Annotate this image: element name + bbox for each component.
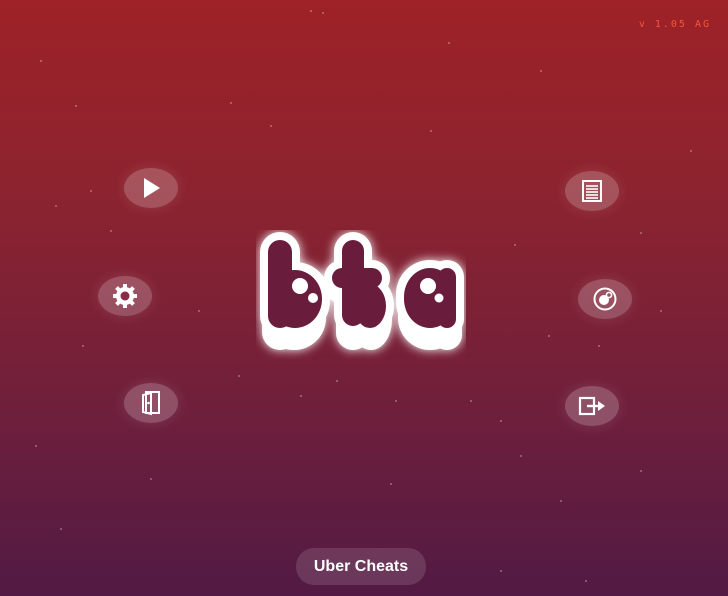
exit-icon (578, 396, 605, 416)
uber-cheats-button[interactable]: Uber Cheats (296, 548, 426, 585)
ball-icon (593, 287, 617, 311)
game-logo: bta (260, 232, 464, 359)
version-label: v 1.05 AG (638, 19, 711, 30)
door-icon (142, 391, 160, 416)
ball-button[interactable] (578, 279, 632, 319)
settings-button[interactable] (98, 276, 152, 316)
list-icon (582, 180, 602, 202)
list-button[interactable] (565, 171, 619, 211)
exit-button[interactable] (565, 386, 619, 426)
door-button[interactable] (124, 383, 178, 423)
logo-text: bta (360, 356, 362, 359)
gear-icon (113, 284, 137, 308)
play-button[interactable] (124, 168, 178, 208)
play-icon (144, 178, 160, 198)
